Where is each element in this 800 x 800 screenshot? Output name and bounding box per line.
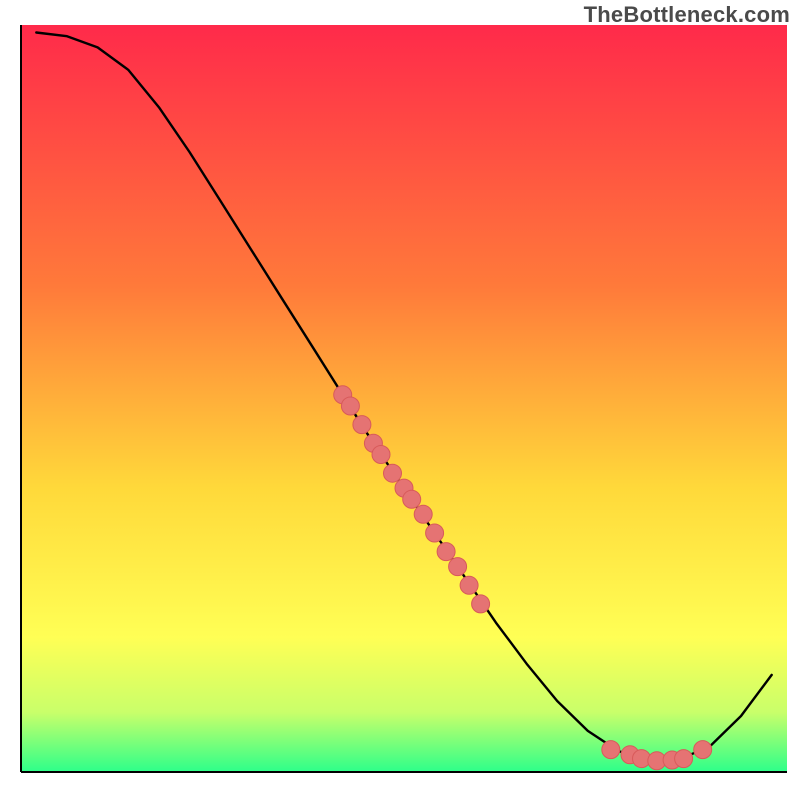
watermark-text: TheBottleneck.com [584,2,790,28]
data-point [353,416,371,434]
data-point [414,505,432,523]
chart-stage: TheBottleneck.com [0,0,800,800]
plot-background [21,25,787,772]
data-point [675,750,693,768]
data-point [437,543,455,561]
data-point [460,576,478,594]
data-point [341,397,359,415]
data-point [403,490,421,508]
data-point [372,446,390,464]
data-point [694,741,712,759]
data-point [472,595,490,613]
data-point [449,558,467,576]
data-point [384,464,402,482]
data-point [426,524,444,542]
chart-svg [0,0,800,800]
data-point [602,741,620,759]
